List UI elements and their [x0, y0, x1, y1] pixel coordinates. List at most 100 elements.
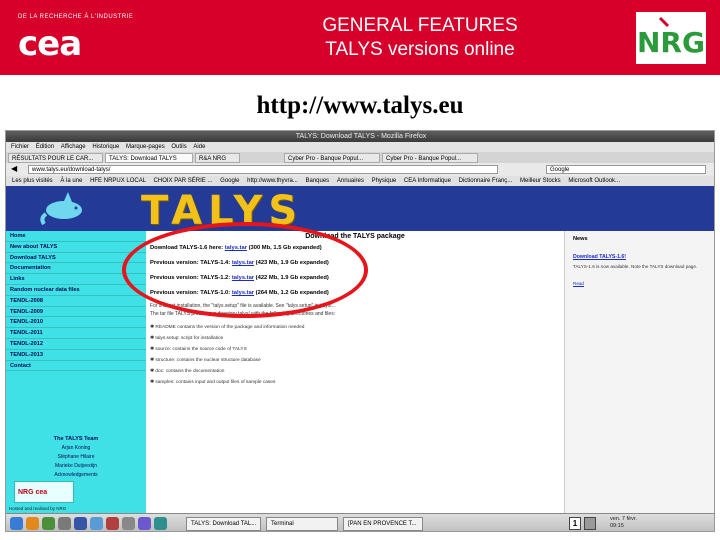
menu-bar: Fichier Édition Affichage Historique Mar… — [6, 142, 714, 152]
clock-time: 09:15 — [610, 523, 624, 529]
nav-tendl-2008[interactable]: TENDL-2008 — [6, 296, 146, 307]
file-list-text: source: contains the source code of TALY… — [155, 347, 247, 352]
bookmark-item[interactable]: Dictionnaire Franç... — [459, 178, 513, 184]
tab-cyber-pro-1[interactable]: Cyber Pro - Banque Popul... — [284, 153, 380, 163]
search-input[interactable]: Google — [546, 165, 706, 174]
cea-logo-wordmark: cea — [18, 24, 82, 64]
clock[interactable]: ven. 7 févr. 09:15 — [610, 516, 637, 530]
site-banner: TALYS — [6, 186, 714, 234]
nav-tendl-2009[interactable]: TENDL-2009 — [6, 307, 146, 318]
file-list-text: talys.setup: script for installation — [155, 336, 224, 341]
nav-tendl-2012[interactable]: TENDL-2012 — [6, 339, 146, 350]
file-list-item: ✱ doc: contains the documentation — [150, 369, 225, 374]
nav-news[interactable]: New about TALYS — [6, 242, 146, 253]
nav-tendl-2010[interactable]: TENDL-2010 — [6, 317, 146, 329]
file-list-item: ✱ talys.setup: script for installation — [150, 336, 224, 341]
tab-talys-download[interactable]: TALYS: Download TALYS — [105, 153, 193, 163]
bookmark-item[interactable]: Physique — [372, 178, 397, 184]
bookmark-item[interactable]: Les plus visités — [12, 178, 53, 184]
news-read-link[interactable]: Read — [573, 281, 584, 286]
talys-dolphin-logo — [40, 192, 82, 226]
slide-title-line1: GENERAL FEATURES — [322, 15, 518, 36]
team-list: Arjan Koning Stéphane Hilaire Marieke Du… — [6, 444, 146, 480]
highlight-ellipse — [122, 222, 368, 318]
app-icon[interactable] — [154, 517, 167, 530]
files-icon[interactable] — [42, 517, 55, 530]
nav-contact[interactable]: Contact — [6, 361, 146, 372]
partner-logos: NRG cea — [14, 481, 74, 503]
menu-view[interactable]: Affichage — [61, 144, 86, 150]
taskbar-item-pan[interactable]: [PAN EN PROVENCE T... — [343, 517, 423, 531]
app-icon[interactable] — [138, 517, 151, 530]
back-icon[interactable]: ◀ — [11, 164, 17, 173]
office-icon[interactable] — [106, 517, 119, 530]
file-list-item: ✱ structure: contains the nuclear struct… — [150, 358, 261, 363]
workspace-2[interactable] — [584, 517, 596, 530]
workspace-1[interactable]: 1 — [569, 517, 581, 530]
bookmark-item[interactable]: Banques — [306, 178, 330, 184]
bookmark-item[interactable]: Annuaires — [337, 178, 364, 184]
menu-help[interactable]: Aide — [193, 144, 205, 150]
team-member[interactable]: Stéphane Hilaire — [6, 453, 146, 462]
tab-cyber-pro-2[interactable]: Cyber Pro - Banque Popul... — [382, 153, 478, 163]
url-bar[interactable]: www.talys.eu/download-talys/ — [28, 165, 498, 174]
menu-bookmarks[interactable]: Marque-pages — [126, 144, 165, 150]
team-member[interactable]: Marieke Duijvestijn — [6, 462, 146, 471]
editor-icon[interactable] — [90, 517, 103, 530]
terminal-icon[interactable] — [58, 517, 71, 530]
tab-ra-nrg[interactable]: R&A NRG — [195, 153, 240, 163]
menu-file[interactable]: Fichier — [11, 144, 29, 150]
team-heading: The TALYS Team — [53, 436, 99, 442]
menu-history[interactable]: Historique — [92, 144, 119, 150]
bookmark-item[interactable]: http://www.thyvra... — [247, 178, 298, 184]
team-member[interactable]: Arjan Koning — [6, 444, 146, 453]
team-acknowledgements[interactable]: Acknowledgements — [6, 471, 146, 480]
cea-logo-tagline: DE LA RECHERCHE À L'INDUSTRIE — [18, 14, 134, 20]
navigation-bar: ◀ www.talys.eu/download-talys/ Google — [6, 163, 714, 176]
bookmark-item[interactable]: CHOIX PAR SÉRIE ... — [154, 178, 213, 184]
file-list-text: doc: contains the documentation — [155, 369, 225, 374]
file-list-item: ✱ samples: contains input and output fil… — [150, 380, 276, 385]
website-url-heading: http://www.talys.eu — [256, 92, 464, 119]
mail-icon[interactable] — [74, 517, 87, 530]
settings-icon[interactable] — [122, 517, 135, 530]
menu-tools[interactable]: Outils — [171, 144, 186, 150]
file-list-text: samples: contains input and output files… — [155, 380, 276, 385]
nrg-logo: NRG — [636, 12, 706, 64]
bookmarks-bar: Les plus visités À la une HFE NRPUX LOCA… — [6, 176, 714, 186]
taskbar-item-terminal[interactable]: Terminal — [266, 517, 338, 531]
tab-bar: RÉSULTATS POUR LE CAR... TALYS: Download… — [6, 152, 714, 163]
slide-title: GENERAL FEATURES TALYS versions online — [220, 14, 620, 62]
bookmark-item[interactable]: À la une — [60, 178, 82, 184]
nrg-logo-text: NRG — [637, 26, 705, 59]
news-text: TALYS-1.6 is now available. Note the TAL… — [573, 264, 698, 269]
talys-webpage: TALYS Home New about TALYS Download TALY… — [6, 186, 714, 517]
nav-random-files[interactable]: Random nuclear data files — [6, 285, 146, 296]
news-heading: News — [573, 236, 588, 242]
browser-screenshot: TALYS: Download TALYS - Mozilla Firefox … — [5, 130, 715, 532]
bookmark-item[interactable]: CEA Informatique — [404, 178, 451, 184]
slide-title-line2: TALYS versions online — [325, 39, 515, 60]
taskbar-item-firefox[interactable]: TALYS: Download TAL... — [186, 517, 261, 531]
bookmark-item[interactable]: HFE NRPUX LOCAL — [90, 178, 146, 184]
bookmark-item[interactable]: Microsoft Outlook... — [568, 178, 620, 184]
news-sidebar: News Download TALYS-1.6! TALYS-1.6 is no… — [564, 231, 714, 513]
file-list-text: README contains the version of the packa… — [155, 325, 305, 330]
nav-tendl-2013[interactable]: TENDL-2013 — [6, 350, 146, 361]
firefox-icon[interactable] — [26, 517, 39, 530]
bookmark-item[interactable]: Google — [220, 178, 239, 184]
file-list-item: ✱ README contains the version of the pac… — [150, 325, 305, 330]
nav-tendl-2011[interactable]: TENDL-2011 — [6, 328, 146, 339]
nav-home[interactable]: Home — [6, 231, 146, 242]
menu-edit[interactable]: Édition — [36, 144, 54, 150]
file-list-text: structure: contains the nuclear structur… — [155, 358, 261, 363]
file-list-item: ✱ source: contains the source code of TA… — [150, 347, 247, 352]
tab-results[interactable]: RÉSULTATS POUR LE CAR... — [8, 153, 103, 163]
menu-icon[interactable] — [10, 517, 23, 530]
slide-header: DE LA RECHERCHE À L'INDUSTRIE cea GENERA… — [0, 0, 720, 75]
cea-logo: DE LA RECHERCHE À L'INDUSTRIE cea — [10, 6, 133, 68]
window-titlebar: TALYS: Download TALYS - Mozilla Firefox — [6, 131, 714, 142]
news-download-link[interactable]: Download TALYS-1.6! — [573, 254, 626, 260]
clock-date: ven. 7 févr. — [610, 516, 637, 522]
bookmark-item[interactable]: Meilleur Stocks — [520, 178, 561, 184]
